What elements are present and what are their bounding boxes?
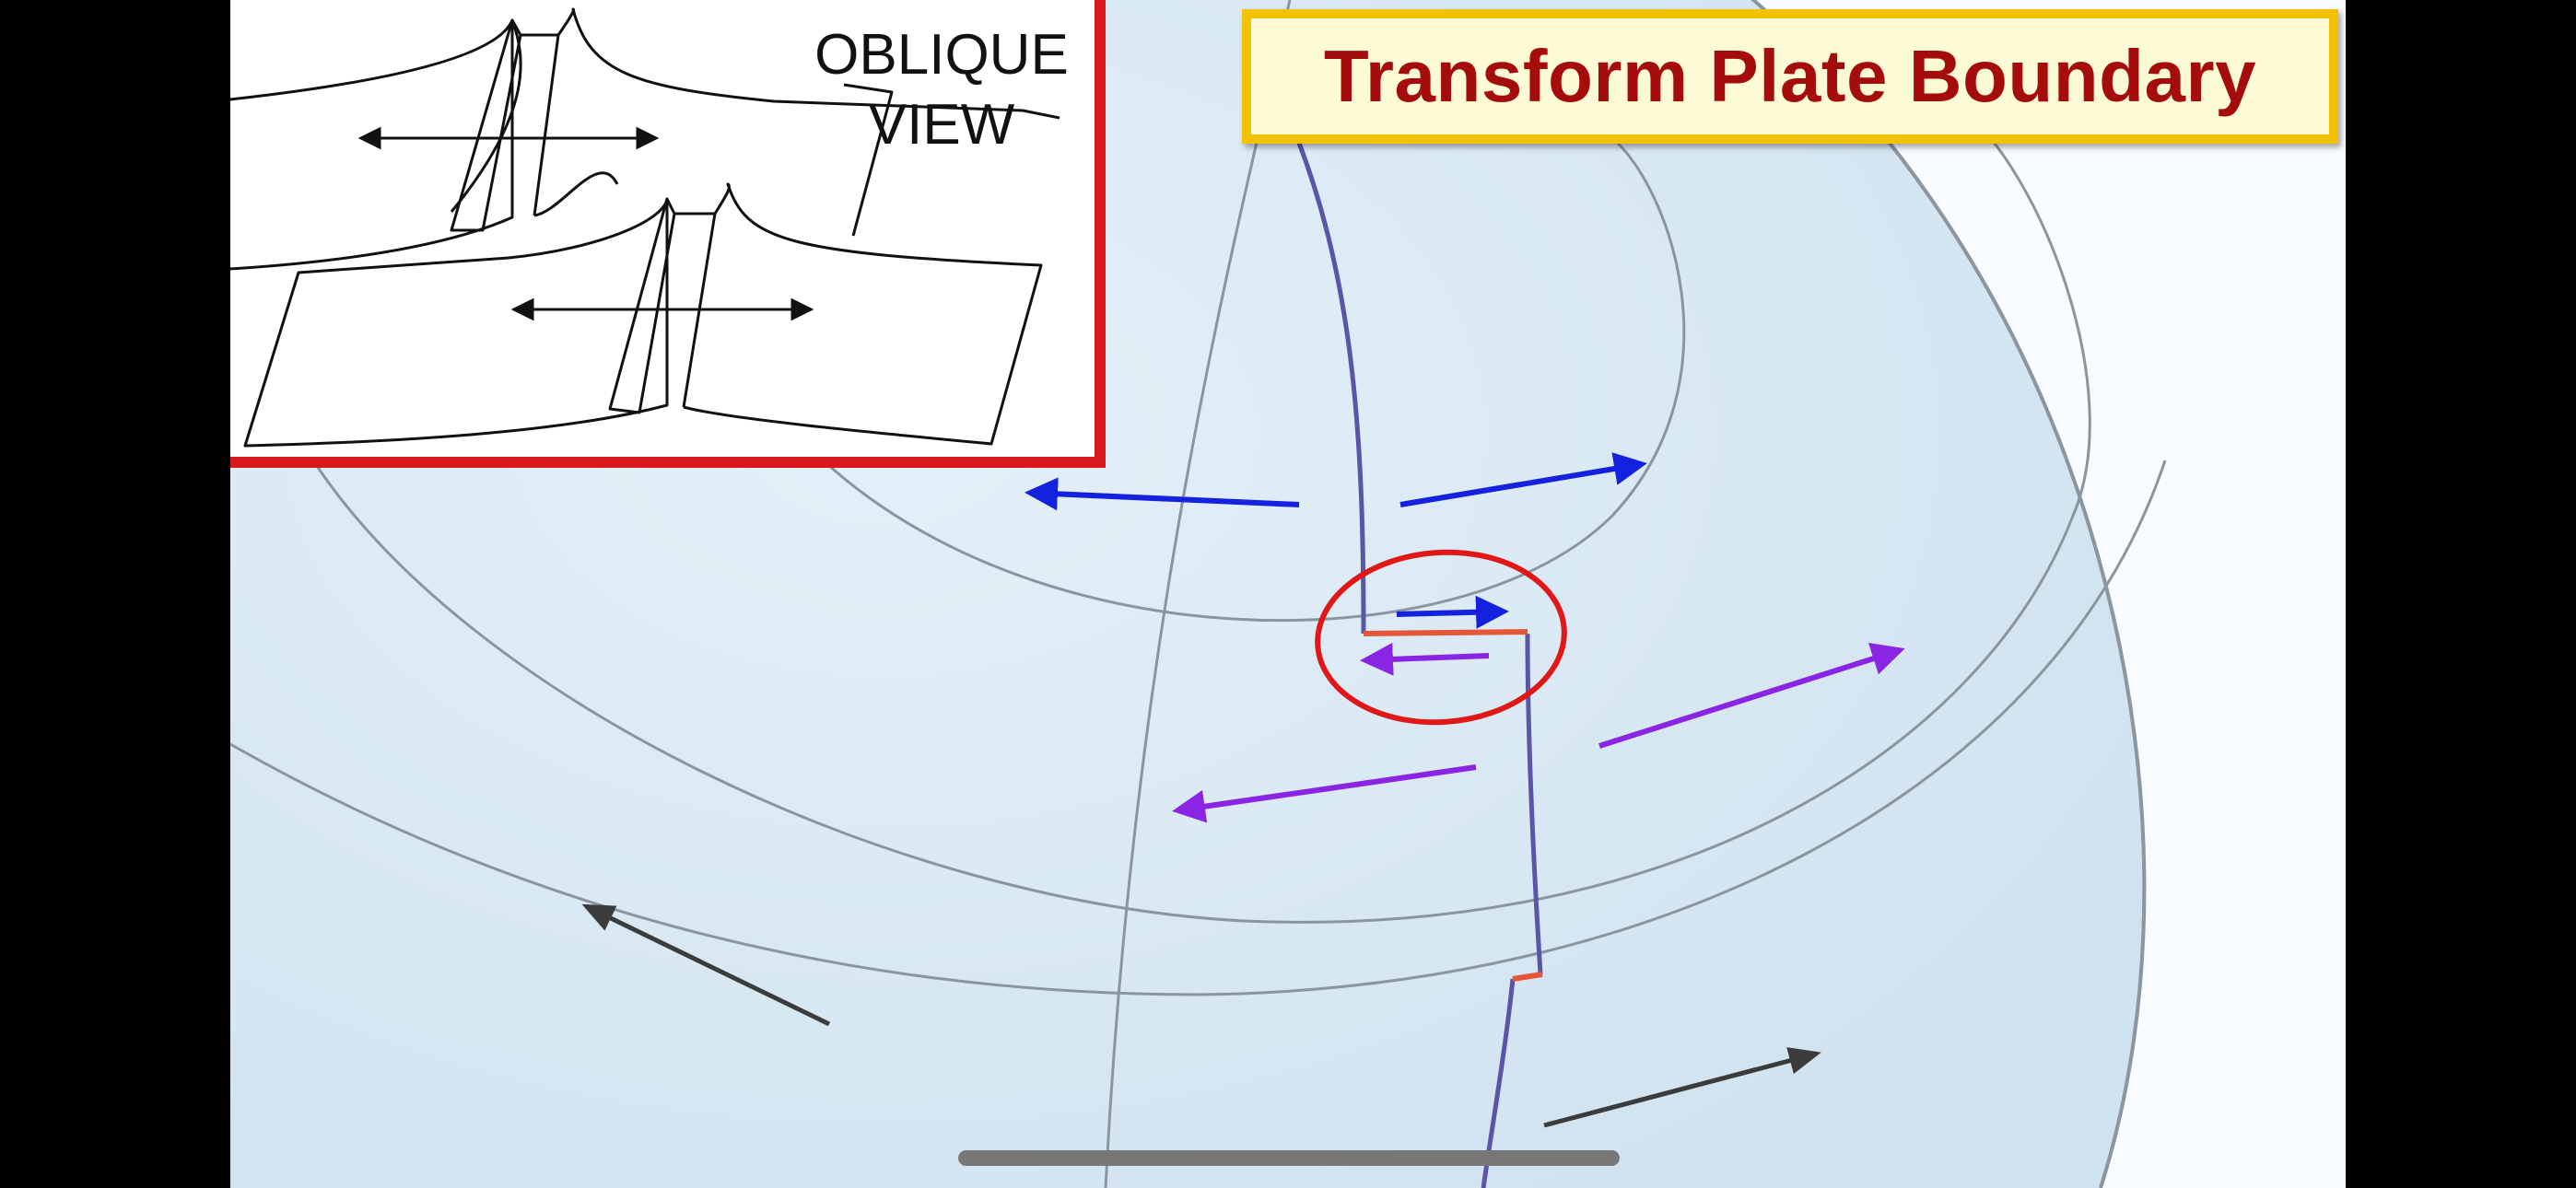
lower-fault-strip (608, 197, 676, 414)
inset-label-line2: VIEW (868, 93, 1015, 157)
blue-arrow-fault (1396, 595, 1509, 629)
title-text: Transform Plate Boundary (1323, 35, 2257, 117)
oblique-view-inset: OBLIQUE VIEW (230, 0, 1106, 468)
video-frame[interactable]: Transform Plate Boundary OBLIQUE VIEW (230, 0, 2346, 1188)
upper-fault-strip (450, 18, 522, 232)
transform-fault-upper (1363, 629, 1528, 636)
home-indicator-bar[interactable] (958, 1150, 1620, 1166)
title-banner: Transform Plate Boundary (1242, 9, 2338, 144)
inset-label: OBLIQUE VIEW (794, 20, 1089, 160)
inset-label-line1: OBLIQUE (814, 23, 1069, 87)
